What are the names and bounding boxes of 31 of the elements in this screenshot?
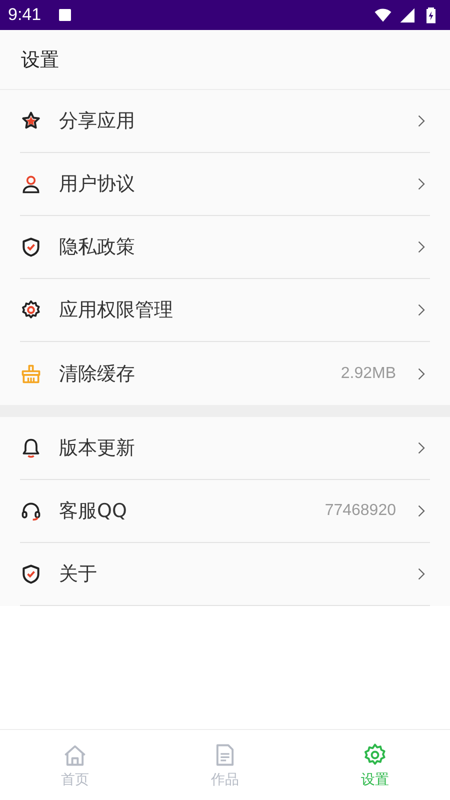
person-icon — [20, 173, 42, 195]
gear-icon — [362, 742, 388, 768]
page-title: 设置 — [21, 48, 59, 72]
bell-icon — [20, 437, 42, 459]
item-label: 用户协议 — [59, 172, 135, 197]
broom-icon — [20, 362, 42, 384]
item-label: 清除缓存 — [59, 362, 135, 386]
settings-item[interactable]: 版本更新 — [20, 417, 430, 480]
item-label: 分享应用 — [59, 109, 135, 134]
item-label: 隐私政策 — [59, 235, 135, 260]
gear-icon — [20, 299, 42, 321]
item-label: 关于 — [59, 562, 97, 587]
shield-check-icon — [20, 236, 42, 258]
item-label: 版本更新 — [59, 436, 135, 461]
item-value: 2.92MB — [340, 364, 396, 382]
settings-item[interactable]: 分享应用 — [20, 90, 430, 153]
headset-icon — [20, 500, 42, 522]
settings-item[interactable]: 清除缓存 2.92MB — [20, 342, 430, 405]
notification-icon — [59, 9, 72, 21]
wifi-icon — [374, 6, 392, 24]
settings-item[interactable]: 用户协议 — [20, 153, 430, 216]
signal-icon — [398, 6, 416, 24]
clock: 9:41 — [8, 5, 42, 25]
settings-item[interactable]: 关于 — [20, 543, 430, 606]
item-label: 客服QQ — [59, 499, 127, 524]
settings-item[interactable]: 隐私政策 — [20, 216, 430, 279]
item-label: 应用权限管理 — [59, 298, 173, 323]
settings-item[interactable]: 应用权限管理 — [20, 279, 430, 342]
settings-item[interactable]: 客服QQ 77468920 — [20, 480, 430, 543]
item-value: 77468920 — [324, 502, 396, 520]
shield-check-icon — [20, 563, 42, 585]
